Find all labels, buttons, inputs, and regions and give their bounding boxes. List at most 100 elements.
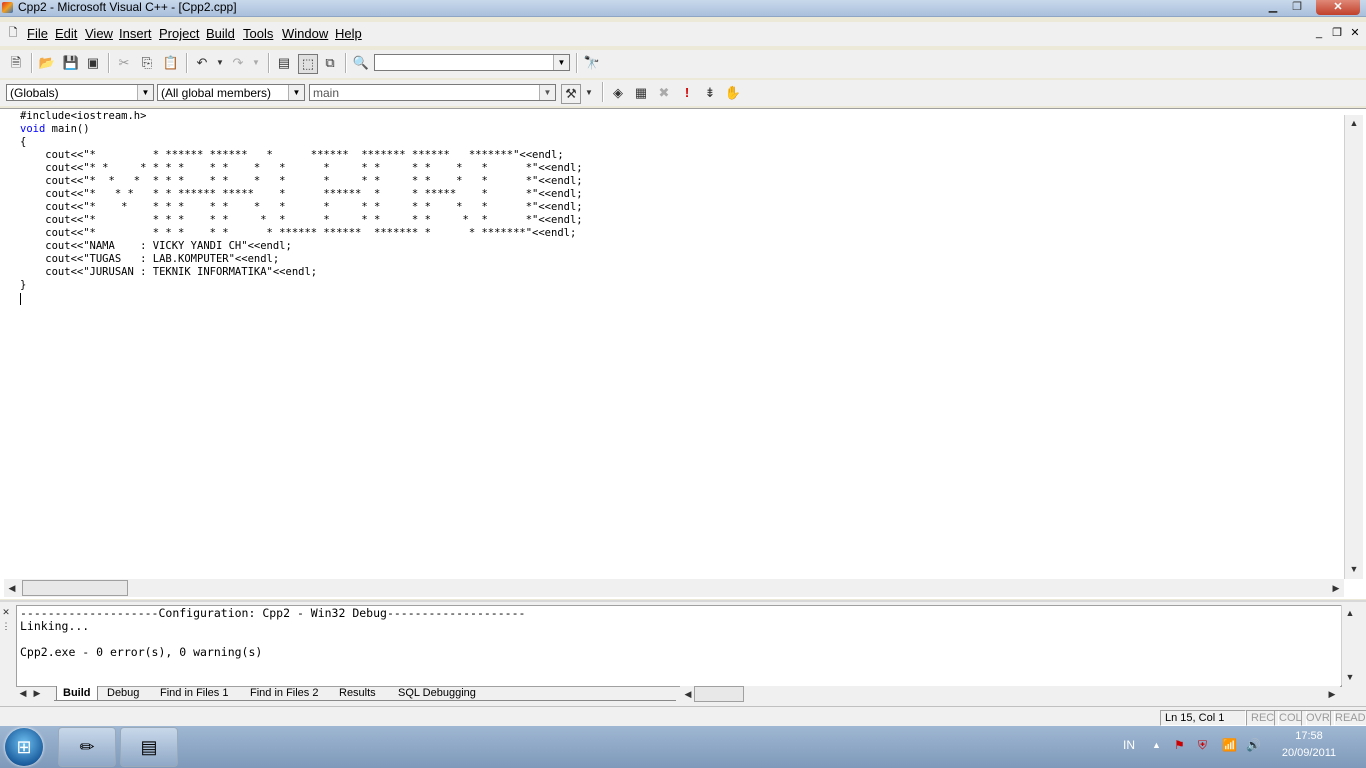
scroll-thumb[interactable] [694, 686, 744, 702]
tab-find-in-files-1[interactable]: Find in Files 1 [160, 686, 228, 701]
volume-icon[interactable]: 🔊 [1246, 738, 1261, 752]
scroll-right-icon[interactable]: ▶ [1324, 686, 1340, 702]
save-all-icon[interactable]: ▣ [84, 54, 102, 72]
output-vertical-scrollbar[interactable]: ▲ ▼ [1341, 605, 1358, 685]
new-text-file-icon[interactable]: 🗎 [7, 54, 25, 72]
window-list-icon[interactable]: ⧉ [321, 54, 339, 72]
menu-window[interactable]: Window [282, 26, 328, 41]
tab-debug[interactable]: Debug [107, 686, 139, 701]
code-line: #include<iostream.h> [20, 110, 147, 122]
scroll-left-icon[interactable]: ◀ [4, 580, 20, 596]
output-window-icon[interactable]: ⬚ [298, 54, 318, 74]
go-icon[interactable]: ⇟ [701, 84, 719, 102]
function-combo[interactable]: main ▼ [309, 84, 556, 101]
mdi-close-button[interactable]: ✕ [1348, 27, 1362, 41]
editor-vertical-scrollbar[interactable]: ▲ ▼ [1344, 115, 1363, 579]
maximize-button[interactable]: ❐ [1286, 0, 1308, 15]
menu-view[interactable]: View [85, 26, 113, 41]
app-icon[interactable] [2, 2, 13, 13]
code-line: cout<<"* * * * * * * * * * * * * * * * *… [20, 162, 583, 174]
code-editor[interactable]: #include<iostream.h> void main() { cout<… [0, 108, 1366, 599]
redo-dropdown-icon[interactable]: ▼ [247, 54, 265, 72]
code-line: } [20, 279, 27, 291]
menu-project[interactable]: Project [159, 26, 199, 41]
redo-icon[interactable]: ↷ [229, 54, 247, 72]
chevron-down-icon[interactable]: ▼ [288, 85, 304, 100]
scroll-up-icon[interactable]: ▲ [1346, 115, 1362, 131]
scroll-right-icon[interactable]: ▶ [1328, 580, 1344, 596]
open-folder-icon[interactable]: 📂 [38, 54, 56, 72]
scroll-thumb[interactable] [22, 580, 128, 596]
standard-toolbar: 🗎 📂 💾 ▣ ✂ ⎘ 📋 ↶ ▼ ↷ ▼ ▤ ⬚ ⧉ 🔍 ▼ 🔭 [0, 50, 1366, 78]
cut-icon[interactable]: ✂ [115, 54, 133, 72]
windows-start-button[interactable]: ⊞ [5, 728, 43, 766]
menu-insert[interactable]: Insert [119, 26, 152, 41]
build-icon[interactable]: ▦ [632, 84, 650, 102]
clock-date[interactable]: 20/09/2011 [1274, 745, 1344, 762]
output-line: Linking... [20, 619, 90, 633]
menu-help[interactable]: Help [335, 26, 362, 41]
language-indicator[interactable]: IN [1123, 738, 1135, 752]
execute-icon[interactable]: ! [678, 84, 696, 102]
wizard-action-icon[interactable]: ⚒ [561, 84, 581, 104]
visual-cpp-taskbar-button[interactable]: ✏ [58, 727, 116, 767]
toolbar-separator [602, 82, 604, 102]
save-icon[interactable]: 💾 [62, 54, 80, 72]
mdi-minimize-button[interactable]: _ [1312, 27, 1326, 41]
output-text[interactable]: --------------------Configuration: Cpp2 … [16, 605, 1342, 687]
output-pane: ✕ ⋮ --------------------Configuration: C… [0, 600, 1366, 706]
mdi-restore-button[interactable]: ❐ [1330, 27, 1344, 41]
wizard-dropdown-icon[interactable]: ▼ [580, 84, 598, 102]
menu-tools[interactable]: Tools [243, 26, 273, 41]
copy-icon[interactable]: ⎘ [138, 54, 156, 72]
show-hidden-icons-icon[interactable]: ▲ [1152, 740, 1161, 750]
undo-icon[interactable]: ↶ [193, 54, 211, 72]
chevron-down-icon[interactable]: ▼ [539, 85, 555, 100]
tab-build[interactable]: Build [56, 686, 98, 701]
class-combo[interactable]: (Globals) ▼ [6, 84, 154, 101]
scroll-down-icon[interactable]: ▼ [1346, 561, 1362, 577]
network-icon[interactable]: 📶 [1222, 738, 1237, 752]
document-taskbar-button[interactable]: ▤ [120, 727, 178, 767]
output-horizontal-scrollbar[interactable]: ◀ ▶ [680, 686, 1340, 702]
toolbar-separator [268, 53, 270, 73]
clock-time[interactable]: 17:58 [1274, 728, 1344, 745]
editor-horizontal-scrollbar[interactable]: ◀ ▶ [4, 579, 1344, 597]
title-bar: Cpp2 - Microsoft Visual C++ - [Cpp2.cpp]… [0, 0, 1366, 17]
members-combo[interactable]: (All global members) ▼ [157, 84, 305, 101]
close-button[interactable]: ✕ [1316, 0, 1360, 15]
menu-build[interactable]: Build [206, 26, 235, 41]
toolbar-separator [186, 53, 188, 73]
compile-icon[interactable]: ◈ [609, 84, 627, 102]
minimize-button[interactable]: ▁ [1262, 0, 1284, 15]
stop-build-icon[interactable]: ✖ [655, 84, 673, 102]
workspace-icon[interactable]: ▤ [275, 54, 293, 72]
menu-edit[interactable]: Edit [55, 26, 77, 41]
find-icon[interactable]: 🔭 [583, 54, 601, 72]
scroll-down-icon[interactable]: ▼ [1342, 669, 1358, 685]
menu-file[interactable]: File [27, 26, 48, 41]
find-combo[interactable]: ▼ [374, 54, 570, 71]
breakpoint-hand-icon[interactable]: ✋ [724, 84, 742, 102]
source-code[interactable]: #include<iostream.h> void main() { cout<… [20, 110, 583, 292]
code-line: cout<<"* * * * * ****** ***** * ****** *… [20, 188, 583, 200]
tab-scroll-right-icon[interactable]: ▶ [32, 686, 42, 701]
toolbar-separator [31, 53, 33, 73]
pane-gripper-icon[interactable]: ⋮ [0, 618, 12, 634]
cursor-position: Ln 15, Col 1 [1160, 710, 1246, 726]
code-line: main() [45, 123, 90, 135]
scroll-up-icon[interactable]: ▲ [1342, 605, 1358, 621]
paste-icon[interactable]: 📋 [162, 54, 180, 72]
security-icon[interactable]: ⛨ [1198, 738, 1207, 753]
tab-scroll-left-icon[interactable]: ◀ [18, 686, 28, 701]
chevron-down-icon[interactable]: ▼ [553, 55, 569, 70]
text-caret [20, 293, 21, 305]
undo-dropdown-icon[interactable]: ▼ [211, 54, 229, 72]
chevron-down-icon[interactable]: ▼ [137, 85, 153, 100]
action-center-icon[interactable]: ⚑ [1174, 738, 1185, 752]
tab-sql-debugging[interactable]: SQL Debugging [398, 686, 476, 701]
tab-find-in-files-2[interactable]: Find in Files 2 [250, 686, 318, 701]
tab-results[interactable]: Results [339, 686, 376, 701]
find-in-files-icon[interactable]: 🔍 [352, 54, 370, 72]
document-icon[interactable]: 🗋 [6, 27, 20, 41]
